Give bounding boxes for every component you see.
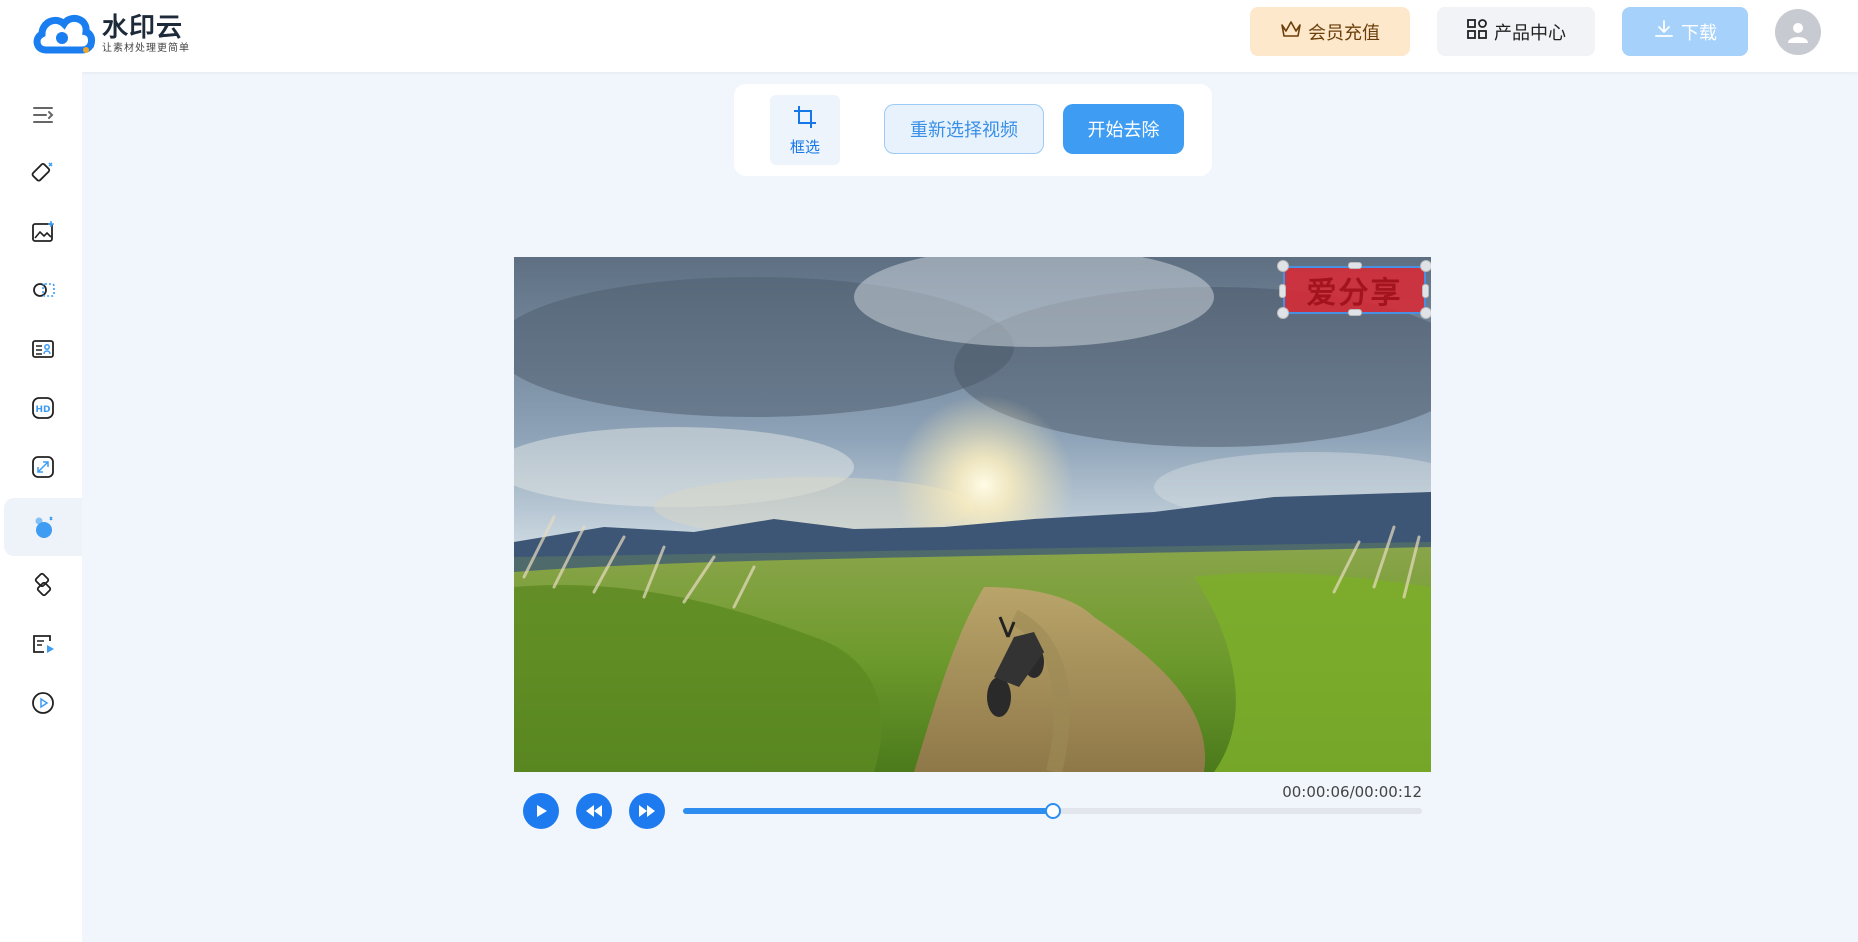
hd-icon: HD	[32, 397, 54, 419]
play-circle-icon	[32, 692, 54, 714]
sidebar-item-cutout[interactable]	[4, 261, 82, 319]
start-remove-button[interactable]: 开始去除	[1063, 104, 1184, 154]
vip-recharge-label: 会员充值	[1308, 22, 1380, 44]
resize-handle-bottom-left[interactable]	[1277, 307, 1289, 319]
sidebar-item-image-edit[interactable]	[4, 203, 82, 261]
sidebar-item-link[interactable]	[4, 556, 82, 614]
resize-handle-top-left[interactable]	[1277, 260, 1289, 272]
sidebar-item-player[interactable]	[4, 674, 82, 732]
box-select-label: 框选	[789, 137, 820, 156]
resize-handle-top[interactable]	[1348, 262, 1362, 269]
image-edit-icon	[32, 221, 54, 242]
watermark-selection-box[interactable]: 爱分享	[1283, 266, 1426, 314]
grid-apps-icon	[1466, 18, 1488, 45]
crop-icon	[794, 105, 816, 128]
fast-forward-icon	[639, 805, 655, 817]
watermark-text: 爱分享	[1306, 276, 1403, 311]
crown-icon	[1280, 19, 1302, 44]
logo-subtitle: 让素材处理更简单	[102, 43, 190, 54]
sidebar-collapse-button[interactable]	[4, 86, 82, 144]
tool-sidebar: HD	[0, 72, 82, 942]
play-icon	[537, 805, 547, 817]
resize-handle-right[interactable]	[1422, 284, 1429, 298]
sidebar-item-video-watermark[interactable]	[4, 498, 82, 556]
sidebar-item-id-photo[interactable]	[4, 320, 82, 378]
menu-collapse-icon	[33, 107, 54, 123]
user-avatar[interactable]	[1775, 9, 1821, 55]
resize-handle-bottom-right[interactable]	[1420, 307, 1431, 319]
sidebar-item-video-edit[interactable]	[4, 615, 82, 673]
product-center-button[interactable]: 产品中心	[1437, 7, 1595, 56]
resize-icon	[32, 456, 54, 478]
id-card-icon	[32, 340, 54, 358]
product-center-label: 产品中心	[1494, 22, 1566, 44]
rewind-button[interactable]	[576, 793, 612, 829]
box-select-tool[interactable]: 框选	[770, 95, 840, 165]
vip-recharge-button[interactable]: 会员充值	[1250, 7, 1410, 56]
reselect-video-button[interactable]: 重新选择视频	[884, 104, 1044, 154]
sidebar-item-eraser[interactable]	[4, 144, 82, 202]
svg-text:HD: HD	[35, 405, 50, 415]
resize-handle-top-right[interactable]	[1420, 260, 1431, 272]
fast-forward-button[interactable]	[629, 793, 665, 829]
download-icon	[1653, 18, 1675, 45]
progress-bar[interactable]	[683, 803, 1422, 819]
resize-handle-left[interactable]	[1279, 284, 1286, 298]
rewind-icon	[586, 805, 602, 817]
eraser-icon	[31, 162, 53, 182]
video-watermark-icon	[35, 516, 53, 538]
logo-title: 水印云	[102, 13, 184, 43]
brand-logo[interactable]: 水印云 让素材处理更简单	[32, 8, 202, 60]
video-edit-icon	[33, 635, 54, 653]
edit-toolbar: 框选 重新选择视频 开始去除	[734, 84, 1212, 176]
video-preview[interactable]: 爱分享	[514, 257, 1431, 772]
sidebar-item-resize[interactable]	[4, 438, 82, 496]
cloud-logo-icon	[32, 10, 96, 58]
user-icon	[1788, 23, 1808, 43]
resize-handle-bottom[interactable]	[1348, 309, 1362, 316]
download-label: 下载	[1681, 22, 1717, 44]
progress-fill	[683, 808, 1053, 814]
link-icon	[34, 572, 52, 597]
video-frame-landscape	[514, 257, 1431, 772]
playback-time: 00:00:06/00:00:12	[1282, 783, 1422, 801]
cutout-icon	[33, 283, 55, 297]
download-button[interactable]: 下载	[1622, 7, 1748, 56]
progress-thumb[interactable]	[1044, 803, 1061, 819]
top-header: 水印云 让素材处理更简单 会员充值 产品中心 下载	[0, 0, 1858, 72]
play-button[interactable]	[523, 793, 559, 829]
sidebar-item-hd[interactable]: HD	[4, 379, 82, 437]
